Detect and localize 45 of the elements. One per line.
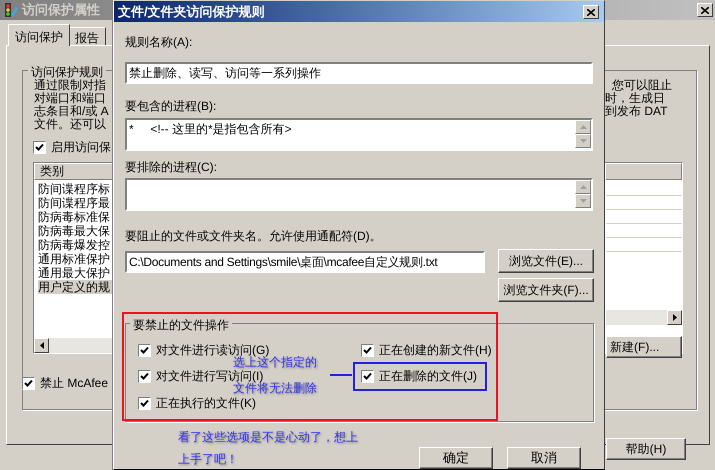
column-header[interactable]: 类别 (34, 163, 113, 180)
checkbox-label: 启用访问保 (51, 141, 111, 154)
description-text: 到发布 DAT (605, 105, 668, 118)
checkbox-label: 正在创建的新文件(H) (379, 344, 492, 357)
annotation-text: 选上这个指定的 (233, 356, 317, 369)
checkbox-label: 禁止 McAfee (40, 377, 108, 390)
description-text: 对端口和端口 (34, 92, 106, 105)
button[interactable]: 取消 (507, 447, 581, 469)
button[interactable]: 浏览文件(E)... (498, 249, 594, 273)
field-label: 要包含的进程(B): (125, 98, 216, 115)
field-label: 要排除的进程(C): (125, 159, 217, 176)
group-title: 要禁止的文件操作 (130, 316, 232, 334)
field-label: 规则名称(A): (125, 34, 192, 51)
checkbox-label: 对文件进行写访问(I) (156, 370, 264, 383)
list-item[interactable]: 防间谍程序标 (38, 182, 113, 196)
list-item[interactable]: 防病毒最大保 (38, 224, 113, 238)
checkbox-label: 对文件进行读访问(G) (156, 344, 270, 357)
window-title: 文件/文件夹访问保护规则 (118, 2, 265, 21)
annotation-text: 看了这些选项是不是心动了，想上 (178, 429, 358, 446)
list-item[interactable]: 防间谍程序最 (38, 196, 113, 210)
button[interactable]: 确定 (419, 447, 493, 469)
list-item[interactable]: 防病毒爆发控 (38, 238, 113, 252)
text-area[interactable]: * <!-- 这里的*是指包含所有> (125, 118, 593, 151)
checkbox-label: 正在执行的文件(K) (156, 397, 256, 410)
list-item[interactable]: 用户定义的规 (38, 280, 113, 294)
description-text: 您可以阻止 (612, 79, 672, 92)
text-field[interactable]: C:\Documents and Settings\smile\桌面\mcafee自定义规则.txt (125, 251, 485, 273)
description-text: 文件。还可以 (34, 118, 106, 131)
list-item[interactable]: 通用标准保护 (38, 252, 113, 266)
annotation-text: 文件将无法删除 (233, 382, 317, 395)
text-field[interactable]: 禁止删除、读写、访问等一系列操作 (125, 62, 593, 84)
window-title: 访问保护属性 (22, 1, 100, 20)
checkbox-label: 正在删除的文件(J) (379, 370, 477, 383)
tab[interactable]: 访问保护 (8, 24, 70, 46)
tab[interactable]: 报告 (68, 27, 106, 45)
description-text: 志条目和/或 A (34, 105, 109, 118)
annotation-text: 上手了吧！ (178, 451, 238, 468)
description-text: 通过限制对指 (34, 79, 106, 92)
list-item[interactable]: 防病毒标准保 (38, 210, 113, 224)
button[interactable]: 帮助(H) (606, 438, 686, 460)
field-label: 要阻止的文件或文件夹名。允许使用通配符(D)。 (125, 228, 382, 245)
description-text: 时，生成日 (605, 92, 665, 105)
list-item[interactable]: 通用最大保护 (38, 266, 113, 280)
button[interactable]: 浏览文件夹(F)... (498, 278, 594, 302)
button[interactable]: 新建(F)... (606, 336, 682, 358)
